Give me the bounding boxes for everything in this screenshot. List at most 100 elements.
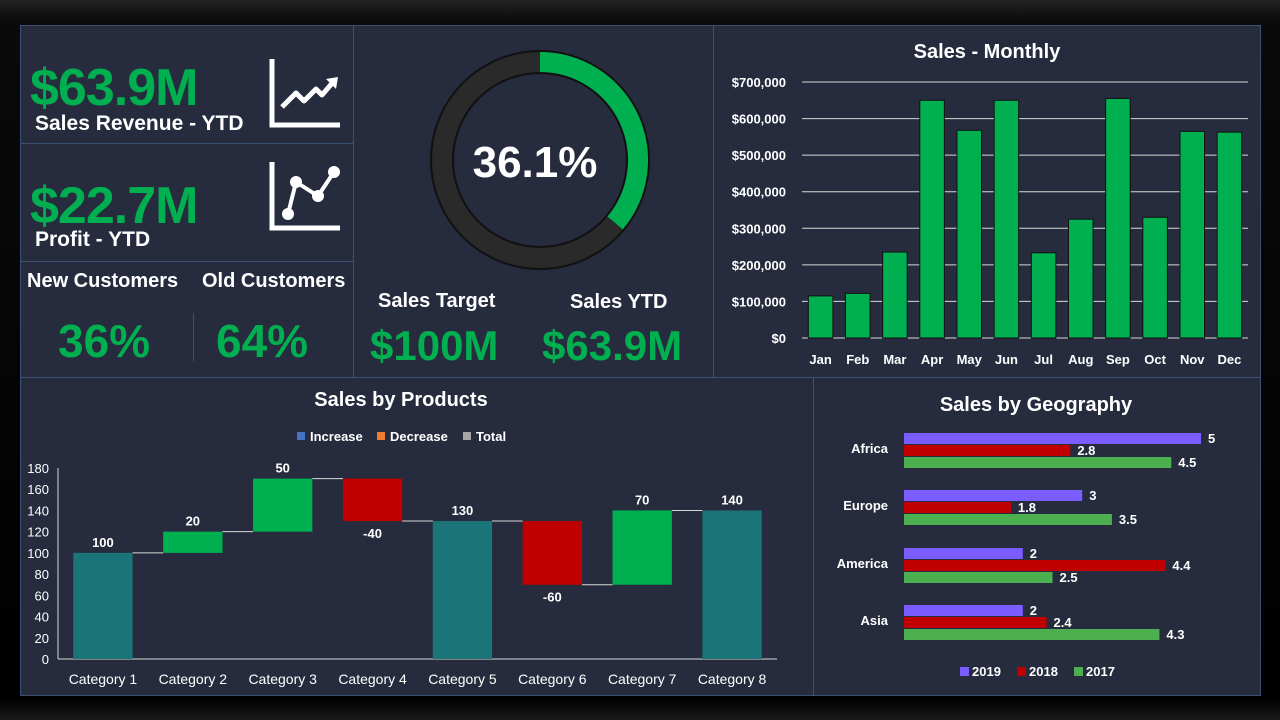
geography-value-label: 3 — [1089, 488, 1096, 503]
geography-legend-swatch — [1017, 667, 1026, 676]
monthly-bar — [956, 129, 983, 339]
products-data-label: 50 — [275, 461, 289, 476]
products-legend-label: Total — [476, 429, 506, 444]
products-x-tick: Category 4 — [338, 671, 407, 687]
revenue-value: $63.9M — [30, 59, 198, 117]
geography-bar — [904, 457, 1172, 468]
monthly-bar — [1030, 252, 1057, 339]
monthly-x-tick: Aug — [1068, 352, 1093, 367]
new-customers-value: 36% — [58, 315, 151, 367]
new-customers-label: New Customers — [27, 270, 179, 292]
geography-bar — [904, 617, 1047, 628]
geography-bar — [904, 629, 1160, 640]
products-y-tick: 140 — [27, 503, 49, 518]
geography-bar — [904, 433, 1201, 444]
monthly-x-tick: Jul — [1034, 352, 1053, 367]
products-data-label: -60 — [543, 590, 562, 605]
geography-value-label: 2.8 — [1077, 443, 1095, 458]
geography-chart: Sales by Geography Africa 5 2.8 4.5 Europe 3 1… — [837, 394, 1216, 679]
products-y-tick: 80 — [35, 567, 49, 582]
monthly-x-tick: Nov — [1180, 352, 1205, 367]
products-y-tick: 180 — [27, 461, 49, 476]
products-legend-label: Increase — [310, 429, 363, 444]
products-bar — [163, 531, 223, 553]
monthly-y-tick: $0 — [772, 331, 786, 346]
monthly-bar — [1179, 130, 1206, 339]
geography-bar — [904, 548, 1023, 559]
geography-value-label: 3.5 — [1119, 512, 1137, 527]
revenue-label: Sales Revenue - YTD — [35, 112, 244, 135]
products-x-tick: Category 1 — [69, 671, 138, 687]
products-y-tick: 160 — [27, 482, 49, 497]
profit-label: Profit - YTD — [35, 228, 151, 251]
monthly-x-tick: Mar — [883, 352, 906, 367]
monthly-bar — [882, 251, 908, 339]
geography-value-label: 2.4 — [1054, 615, 1073, 630]
sales-ytd-label: Sales YTD — [570, 291, 668, 313]
geography-chart-title: Sales by Geography — [940, 394, 1133, 416]
monthly-x-tick: Oct — [1144, 352, 1166, 367]
geography-value-label: 4.5 — [1178, 455, 1196, 470]
products-data-label: 130 — [452, 503, 474, 518]
monthly-x-tick: Dec — [1217, 352, 1241, 367]
monthly-bar — [1067, 218, 1094, 339]
products-x-tick: Category 6 — [518, 671, 587, 687]
geography-value-label: 2 — [1030, 546, 1037, 561]
products-data-label: 20 — [186, 514, 200, 529]
monthly-x-tick: Jun — [995, 352, 1018, 367]
geography-category-label: Africa — [851, 441, 889, 456]
products-bar — [432, 521, 493, 659]
geography-legend-swatch — [960, 667, 969, 676]
geography-category-label: America — [837, 556, 889, 571]
gauge-donut: 36.1% — [430, 50, 650, 270]
gauge-percent: 36.1% — [473, 138, 598, 187]
monthly-y-tick: $200,000 — [732, 258, 786, 273]
products-y-tick: 60 — [35, 588, 49, 603]
products-legend-swatch — [463, 432, 471, 440]
products-data-label: 100 — [92, 535, 114, 550]
geography-bar — [904, 605, 1023, 616]
products-chart: Sales by Products Increase Decrease Total 0… — [27, 389, 777, 687]
geography-category-label: Europe — [843, 498, 888, 513]
products-bar — [253, 478, 313, 532]
old-customers-label: Old Customers — [202, 270, 346, 292]
geography-bar — [904, 490, 1083, 501]
products-x-tick: Category 5 — [428, 671, 497, 687]
geography-bar — [904, 445, 1071, 456]
products-data-label: -40 — [363, 526, 382, 541]
products-bar — [612, 510, 672, 585]
geography-value-label: 1.8 — [1018, 500, 1036, 515]
geography-legend-swatch — [1074, 667, 1083, 676]
monthly-bar — [807, 295, 834, 339]
geography-bar — [904, 572, 1053, 583]
monthly-x-tick: Feb — [846, 352, 869, 367]
geography-bar — [904, 514, 1112, 525]
geography-legend-label: 2018 — [1029, 664, 1058, 679]
products-bar — [342, 478, 403, 522]
monthly-chart: Sales - Monthly $0 $100,000 $200,000 $300,0… — [732, 41, 1248, 367]
products-y-tick: 100 — [27, 546, 49, 561]
products-bar — [522, 521, 582, 585]
monthly-y-tick: $500,000 — [732, 148, 786, 163]
products-y-tick: 40 — [35, 610, 49, 625]
geography-value-label: 2 — [1030, 603, 1037, 618]
geography-legend-label: 2017 — [1086, 664, 1115, 679]
products-x-tick: Category 7 — [608, 671, 677, 687]
line-graph-icon — [269, 162, 340, 231]
geography-category-label: Asia — [861, 613, 889, 628]
products-legend-label: Decrease — [390, 429, 448, 444]
geography-legend-label: 2019 — [972, 664, 1001, 679]
products-bar — [73, 552, 133, 659]
monthly-y-tick: $600,000 — [732, 112, 786, 127]
products-data-label: 70 — [635, 492, 649, 507]
monthly-bar — [1142, 216, 1168, 339]
monthly-bar — [1105, 97, 1131, 339]
monthly-bar — [919, 99, 945, 339]
products-x-tick: Category 3 — [248, 671, 317, 687]
old-customers-value: 64% — [216, 315, 309, 367]
sales-target-label: Sales Target — [378, 290, 496, 312]
sales-ytd-value: $63.9M — [542, 322, 683, 369]
monthly-x-tick: Sep — [1106, 352, 1130, 367]
monthly-y-tick: $100,000 — [732, 294, 786, 309]
monthly-chart-title: Sales - Monthly — [914, 41, 1062, 63]
